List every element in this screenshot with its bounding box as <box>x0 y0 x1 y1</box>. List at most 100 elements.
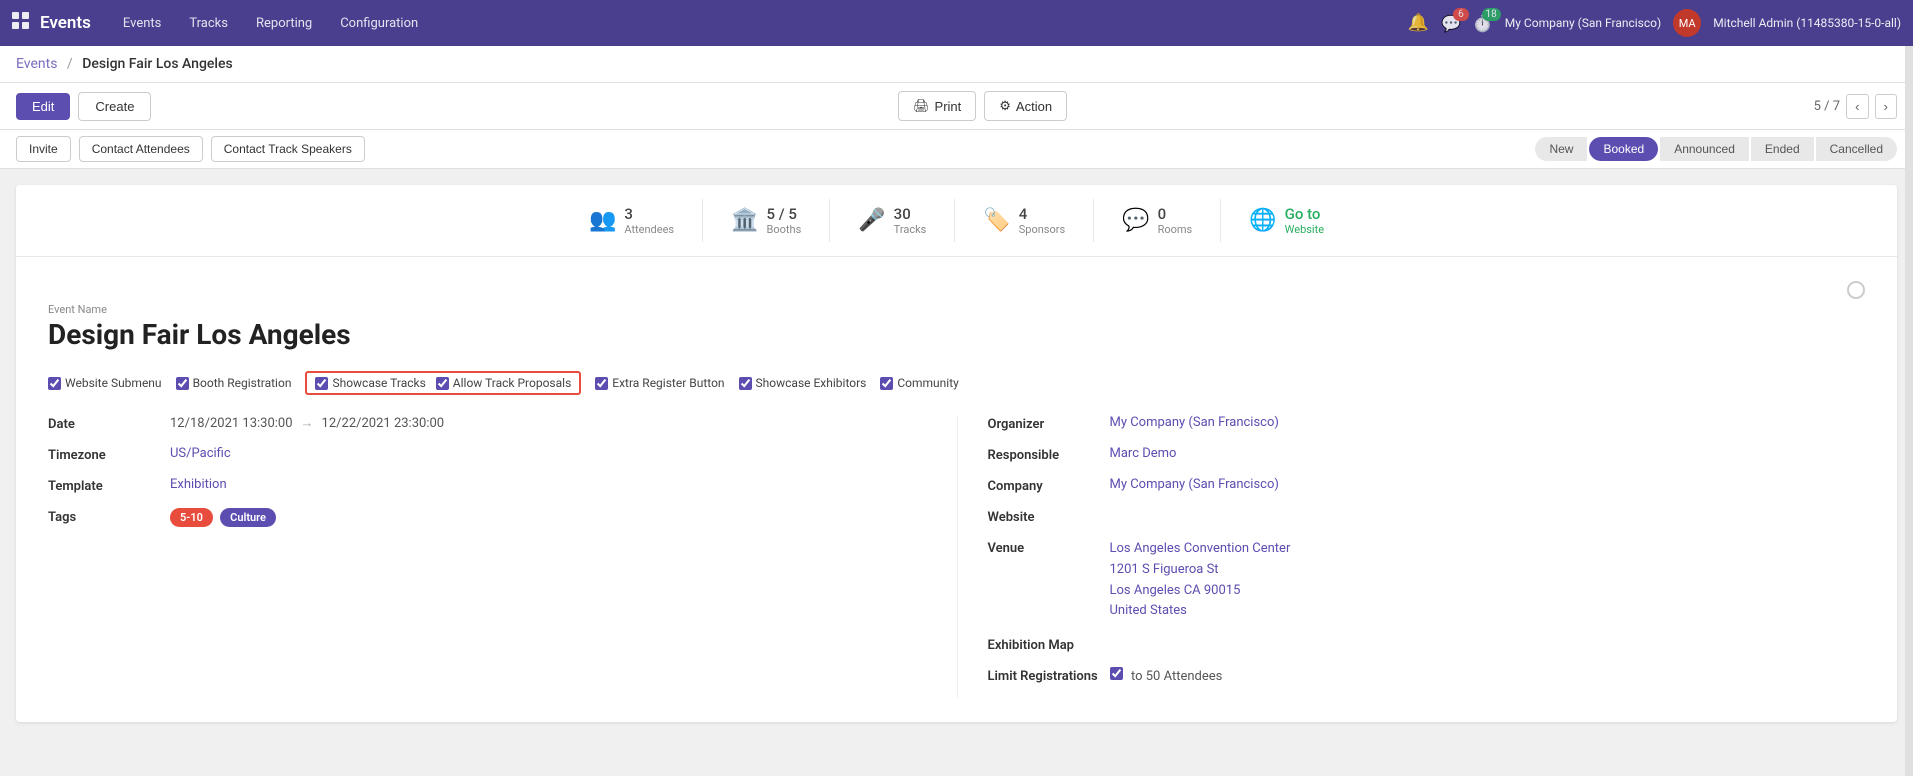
website-submenu-label: Website Submenu <box>65 376 162 390</box>
nav-configuration[interactable]: Configuration <box>328 10 430 37</box>
showcase-tracks-label: Showcase Tracks <box>332 376 425 390</box>
status-new[interactable]: New <box>1535 137 1587 161</box>
allow-track-proposals-label: Allow Track Proposals <box>453 376 571 390</box>
scrollbar[interactable] <box>1905 46 1913 776</box>
stats-bar: 👥 3 Attendees 🏛️ 5 / 5 Booths 🎤 30 Track… <box>16 185 1897 257</box>
sponsors-icon: 🏷️ <box>983 208 1010 233</box>
action-label: Action <box>1016 99 1052 114</box>
form-section-right: Organizer My Company (San Francisco) Res… <box>957 415 1866 698</box>
booth-registration-checkbox[interactable] <box>176 377 189 390</box>
website-submenu-checkbox[interactable] <box>48 377 61 390</box>
app-name: Events <box>40 13 91 33</box>
tracks-count: 30 <box>894 205 927 223</box>
tags-value: 5-10 Culture <box>170 508 957 527</box>
create-button[interactable]: Create <box>78 92 151 121</box>
sponsors-count: 4 <box>1019 205 1065 223</box>
allow-track-proposals-checkbox[interactable] <box>436 377 449 390</box>
rooms-label: Rooms <box>1158 223 1193 236</box>
checkbox-booth-registration[interactable]: Booth Registration <box>176 376 292 390</box>
rooms-stat[interactable]: 💬 0 Rooms <box>1094 199 1221 242</box>
checkbox-allow-track-proposals[interactable]: Allow Track Proposals <box>436 376 571 390</box>
limit-registrations-value: to 50 Attendees <box>1110 667 1865 684</box>
limit-registrations-text: to 50 Attendees <box>1131 669 1222 684</box>
showcase-tracks-checkbox[interactable] <box>315 377 328 390</box>
avatar[interactable]: MA <box>1673 9 1701 37</box>
tracks-stat[interactable]: 🎤 30 Tracks <box>830 199 955 242</box>
prev-button[interactable]: ‹ <box>1846 94 1868 119</box>
action-button[interactable]: ⚙ Action <box>984 91 1067 121</box>
highlight-box: Showcase Tracks Allow Track Proposals <box>305 371 581 395</box>
limit-registrations-row: Limit Registrations to 50 Attendees <box>988 667 1866 684</box>
checkbox-website-submenu[interactable]: Website Submenu <box>48 376 162 390</box>
tracks-icon: 🎤 <box>858 208 885 233</box>
checkbox-showcase-exhibitors[interactable]: Showcase Exhibitors <box>739 376 867 390</box>
attendees-stat[interactable]: 👥 3 Attendees <box>561 199 703 242</box>
chat-icon[interactable]: 💬 6 <box>1441 14 1461 33</box>
date-row: Date 12/18/2021 13:30:00 → 12/22/2021 23… <box>48 415 957 432</box>
activity-icon[interactable]: ⏱️ 18 <box>1473 14 1493 33</box>
timezone-value[interactable]: US/Pacific <box>170 446 957 461</box>
print-button[interactable]: 🖨 Print <box>898 91 976 121</box>
form-grid: Date 12/18/2021 13:30:00 → 12/22/2021 23… <box>48 415 1865 698</box>
breadcrumb-separator: / <box>67 56 73 72</box>
go-to-website-label: Go to <box>1285 205 1324 223</box>
limit-registrations-checkbox[interactable] <box>1110 667 1123 680</box>
form-section-left: Date 12/18/2021 13:30:00 → 12/22/2021 23… <box>48 415 957 698</box>
extra-register-button-checkbox[interactable] <box>595 377 608 390</box>
main-content: 👥 3 Attendees 🏛️ 5 / 5 Booths 🎤 30 Track… <box>0 169 1913 738</box>
bell-icon[interactable]: 🔔 <box>1408 13 1429 33</box>
company-row: Company My Company (San Francisco) <box>988 477 1866 494</box>
nav-events[interactable]: Events <box>111 10 173 37</box>
invite-button[interactable]: Invite <box>16 136 71 162</box>
showcase-exhibitors-label: Showcase Exhibitors <box>756 376 867 390</box>
venue-line1: Los Angeles Convention Center <box>1110 539 1866 560</box>
showcase-exhibitors-checkbox[interactable] <box>739 377 752 390</box>
status-booked[interactable]: Booked <box>1589 137 1658 161</box>
company-value[interactable]: My Company (San Francisco) <box>1110 477 1866 492</box>
breadcrumb-parent[interactable]: Events <box>16 56 57 72</box>
date-arrow: → <box>301 415 314 431</box>
contact-attendees-button[interactable]: Contact Attendees <box>79 136 203 162</box>
responsible-value[interactable]: Marc Demo <box>1110 446 1866 461</box>
tag-5-10[interactable]: 5-10 <box>170 508 213 527</box>
contact-track-speakers-button[interactable]: Contact Track Speakers <box>211 136 365 162</box>
tag-culture[interactable]: Culture <box>220 508 276 527</box>
template-row: Template Exhibition <box>48 477 957 494</box>
template-value[interactable]: Exhibition <box>170 477 957 492</box>
edit-button[interactable]: Edit <box>16 93 70 120</box>
sponsors-stat[interactable]: 🏷️ 4 Sponsors <box>955 199 1094 242</box>
action-bar: Invite Contact Attendees Contact Track S… <box>0 130 1913 169</box>
form-content: Event Name Design Fair Los Angeles Websi… <box>16 257 1897 722</box>
responsible-label: Responsible <box>988 446 1098 463</box>
nav-tracks[interactable]: Tracks <box>177 10 240 37</box>
status-ended[interactable]: Ended <box>1751 137 1814 161</box>
next-button[interactable]: › <box>1875 94 1897 119</box>
attendees-label: Attendees <box>624 223 674 236</box>
checkbox-showcase-tracks[interactable]: Showcase Tracks <box>315 376 425 390</box>
top-navigation: Events Events Tracks Reporting Configura… <box>0 0 1913 46</box>
nav-reporting[interactable]: Reporting <box>244 10 324 37</box>
status-cancelled[interactable]: Cancelled <box>1816 137 1897 161</box>
go-to-website-stat[interactable]: 🌐 Go to Website <box>1221 199 1352 242</box>
event-name-label: Event Name <box>48 303 1865 316</box>
date-end: 12/22/2021 23:30:00 <box>322 416 445 431</box>
toolbar-center: 🖨 Print ⚙ Action <box>159 91 1805 121</box>
gear-icon: ⚙ <box>999 98 1011 114</box>
booths-stat[interactable]: 🏛️ 5 / 5 Booths <box>703 199 830 242</box>
organizer-value[interactable]: My Company (San Francisco) <box>1110 415 1866 430</box>
rooms-icon: 💬 <box>1122 208 1149 233</box>
venue-row: Venue Los Angeles Convention Center 1201… <box>988 539 1866 622</box>
template-label: Template <box>48 477 158 494</box>
checkbox-community[interactable]: Community <box>880 376 958 390</box>
limit-registrations-label: Limit Registrations <box>988 667 1098 684</box>
checkbox-extra-register-button[interactable]: Extra Register Button <box>595 376 724 390</box>
status-circle[interactable] <box>1847 281 1865 299</box>
attendees-count: 3 <box>624 205 674 223</box>
nav-right: 🔔 💬 6 ⏱️ 18 My Company (San Francisco) M… <box>1408 9 1901 37</box>
grid-icon[interactable] <box>12 12 30 34</box>
status-announced[interactable]: Announced <box>1660 137 1749 161</box>
community-checkbox[interactable] <box>880 377 893 390</box>
exhibition-map-row: Exhibition Map <box>988 636 1866 653</box>
status-bar: New Booked Announced Ended Cancelled <box>1535 137 1897 161</box>
venue-value[interactable]: Los Angeles Convention Center 1201 S Fig… <box>1110 539 1866 622</box>
